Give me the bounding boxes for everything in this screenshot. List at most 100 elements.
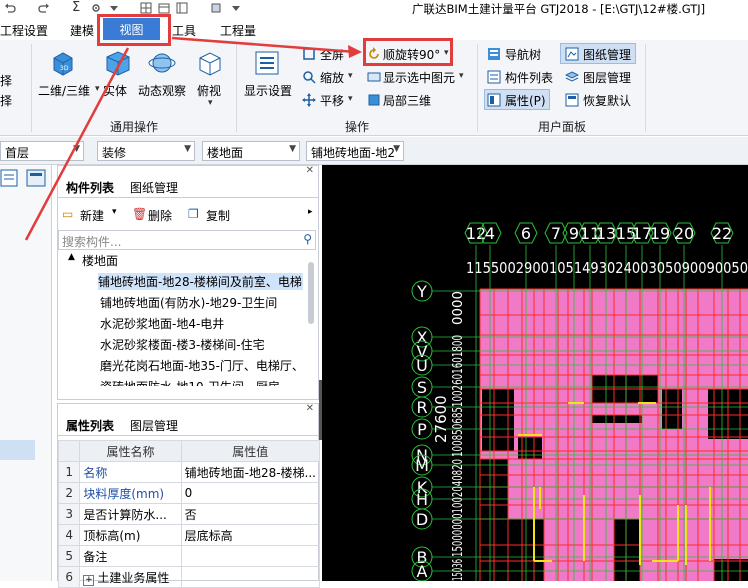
table-row[interactable]: 3 是否计算防水... 否	[57, 503, 321, 525]
dropdown-icon[interactable]	[108, 2, 120, 14]
list-item[interactable]: 磨光花岗石地面-地35-门厅、电梯厅、	[100, 357, 305, 374]
zoom-icon[interactable]	[302, 70, 316, 84]
table-header: 属性名称 属性值	[57, 440, 321, 462]
table-icon[interactable]	[176, 2, 188, 14]
more-icon[interactable]: ▸	[308, 207, 313, 217]
btn-nav-tree[interactable]: 导航树	[505, 46, 541, 63]
undo-icon[interactable]	[4, 2, 16, 14]
copy-button[interactable]: 复制	[206, 207, 230, 224]
btn-component-list[interactable]: 构件列表	[505, 69, 553, 86]
axis-label: 22	[712, 224, 732, 243]
orbit-icon[interactable]	[147, 48, 177, 78]
panel-view-icon[interactable]	[26, 169, 46, 187]
grid-icon[interactable]	[140, 2, 152, 14]
sum-icon[interactable]: Σ	[72, 0, 80, 15]
chevron-down-icon[interactable]: ▾	[348, 94, 353, 104]
list-item[interactable]: 铺地砖地面(有防水)-地29-卫生间	[100, 294, 305, 311]
display-settings-icon[interactable]	[252, 48, 282, 78]
cube-3d-icon[interactable]: 3D	[48, 48, 78, 78]
btn-fullscreen[interactable]: 全屏	[320, 46, 344, 63]
table-row[interactable]: 4 顶标高(m) 层底标高	[57, 524, 321, 546]
tab-drawing-manage[interactable]: 图纸管理	[130, 179, 178, 196]
btn-2d-3d[interactable]: 二维/三维	[38, 82, 90, 99]
table-row[interactable]: 6 + 土建业务属性	[57, 566, 321, 588]
top-view-icon[interactable]	[195, 48, 225, 78]
chevron-down-icon[interactable]: ▾	[95, 84, 100, 94]
btn-property[interactable]: 属性(P)	[505, 92, 546, 109]
btn-layer-manage[interactable]: 图层管理	[583, 69, 631, 86]
tab-project-settings[interactable]: 工程设置	[0, 22, 48, 39]
btn-top-view[interactable]: 俯视	[197, 82, 221, 99]
tab-component-list[interactable]: 构件列表	[66, 179, 114, 196]
btn-drawing-manage[interactable]: 图纸管理	[583, 46, 631, 63]
tree-root-toggle-icon[interactable]: ▲	[68, 252, 75, 262]
nav-selected-row[interactable]	[0, 440, 35, 460]
property-value[interactable]: 否	[180, 503, 321, 525]
btn-display-settings[interactable]: 显示设置	[244, 82, 292, 99]
table-row[interactable]: 5 备注	[57, 545, 321, 567]
property-value[interactable]: 铺地砖地面-地28-楼梯...	[180, 461, 321, 483]
chevron-down-icon[interactable]: ▾	[112, 207, 117, 217]
expand-icon[interactable]: +	[83, 574, 95, 586]
new-button[interactable]: 新建	[80, 207, 104, 224]
show-selected-icon[interactable]	[367, 70, 381, 84]
property-value[interactable]: 0	[180, 482, 321, 504]
btn-solid[interactable]: 实体	[103, 82, 127, 99]
ribbon-left-stub-1[interactable]: 择	[0, 72, 12, 89]
btn-zoom[interactable]: 缩放	[320, 69, 344, 86]
pan-icon[interactable]	[302, 93, 316, 107]
list-item[interactable]: 水泥砂浆楼面-楼3-楼梯间-住宅	[100, 336, 305, 353]
list-item[interactable]: 水泥砂浆地面-地4-电井	[100, 315, 305, 332]
btn-pan[interactable]: 平移	[320, 92, 344, 109]
more-icon[interactable]	[230, 2, 242, 14]
close-icon[interactable]: ✕	[306, 165, 314, 176]
category-select[interactable]: 装修 ▼	[97, 141, 195, 161]
search-icon[interactable]: ⚲	[303, 232, 312, 246]
btn-local-3d[interactable]: 局部三维	[383, 92, 431, 109]
redo-icon[interactable]	[38, 2, 50, 14]
type-select[interactable]: 楼地面 ▼	[202, 141, 300, 161]
component-list-icon[interactable]	[487, 70, 501, 84]
btn-dynamic-observe[interactable]: 动态观察	[138, 82, 186, 99]
local-3d-icon[interactable]	[367, 93, 381, 107]
chevron-down-icon[interactable]: ▾	[348, 71, 353, 81]
list-item[interactable]: 铺地砖地面-地28-楼梯间及前室、电梯	[98, 273, 303, 290]
floor-plan[interactable]: 124 6 7 9 1113 151719 20 22 YXVUSRPNMKHDBA 1155…	[322, 165, 748, 581]
fullscreen-icon[interactable]	[302, 47, 316, 61]
scrollbar[interactable]	[308, 262, 314, 324]
axis-label: P	[417, 420, 427, 439]
list-view-icon[interactable]	[0, 169, 18, 187]
component-select[interactable]: 铺地砖地面-地2 ▼	[306, 141, 404, 161]
ribbon-left-stub-2[interactable]: 择	[0, 92, 12, 109]
drawing-manage-icon[interactable]	[565, 47, 579, 61]
tree-root[interactable]: 楼地面	[82, 252, 118, 269]
calendar-icon[interactable]	[158, 2, 170, 14]
btn-show-selected[interactable]: 显示选中图元	[383, 69, 455, 86]
nav-tree-icon[interactable]	[487, 47, 501, 61]
table-row[interactable]: 1 名称 铺地砖地面-地28-楼梯...	[57, 461, 321, 483]
restore-default-icon[interactable]	[565, 93, 579, 107]
property-value[interactable]	[180, 545, 321, 567]
close-icon[interactable]: ✕	[306, 403, 314, 414]
tab-quantities[interactable]: 工程量	[220, 22, 256, 39]
tab-modeling[interactable]: 建模	[70, 22, 94, 39]
tab-tools[interactable]: 工具	[172, 22, 196, 39]
floor-select[interactable]: 首层 ▼	[0, 141, 84, 161]
layers-icon[interactable]	[210, 2, 222, 14]
property-value[interactable]: 层底标高	[180, 524, 321, 546]
list-item[interactable]: 瓷砖地面防水-地10-卫生间、厨房	[100, 378, 305, 386]
delete-button[interactable]: 删除	[148, 207, 172, 224]
layer-manage-icon[interactable]	[565, 70, 579, 84]
btn-restore-default[interactable]: 恢复默认	[583, 92, 631, 109]
tab-property-list[interactable]: 属性列表	[66, 417, 114, 434]
property-icon[interactable]	[487, 93, 501, 107]
chevron-down-icon[interactable]: ▾	[208, 98, 213, 108]
settings-icon[interactable]	[90, 2, 102, 14]
component-search-input[interactable]: 搜索构件... ⚲	[58, 230, 316, 250]
table-row[interactable]: 2 块料厚度(mm) 0	[57, 482, 321, 504]
tab-layer-manage[interactable]: 图层管理	[130, 417, 178, 434]
drawing-canvas[interactable]: 12 4 6 7 9 11 13 15 17 19 20 22 YXVUSRPNMKHDBA 1155…	[322, 165, 748, 581]
left-dimension-d: 15036	[451, 559, 466, 581]
chevron-down-icon[interactable]: ▾	[459, 71, 464, 81]
solid-icon[interactable]	[103, 48, 133, 78]
